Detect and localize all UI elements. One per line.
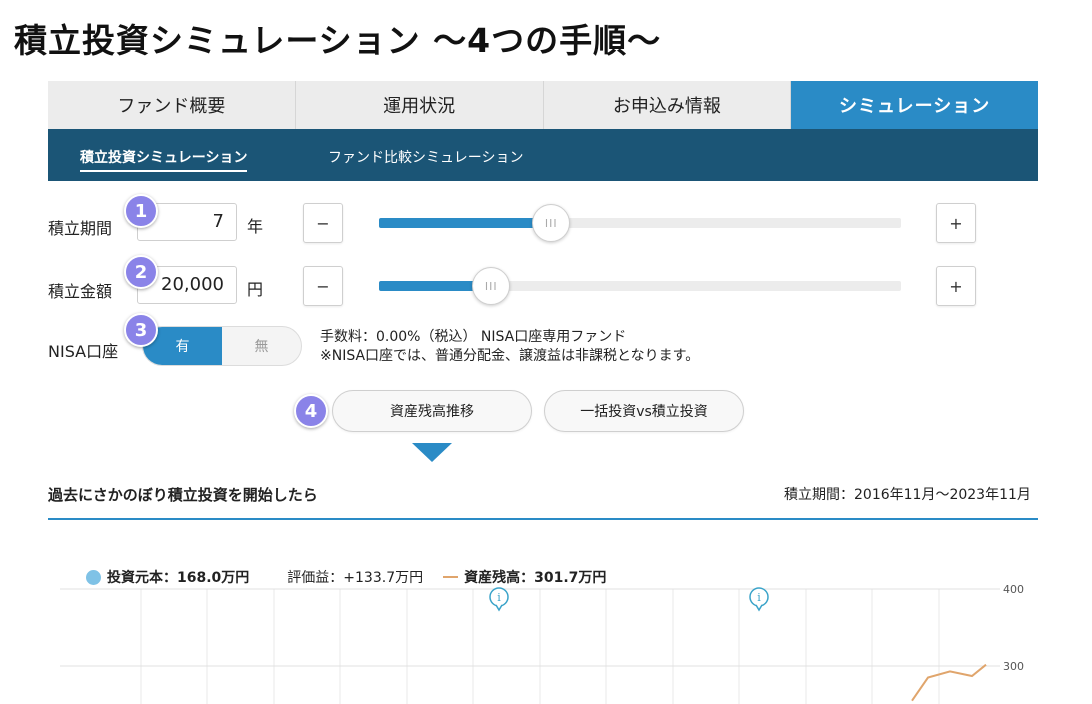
- tab-performance[interactable]: 運用状況: [295, 81, 544, 129]
- amount-slider-track[interactable]: III: [379, 267, 901, 305]
- svg-text:i: i: [497, 591, 501, 604]
- period-slider-fill: [379, 218, 552, 228]
- sub-navigation: 積立投資シミュレーション ファンド比較シミュレーション: [48, 129, 1038, 181]
- down-arrow-icon: [412, 443, 452, 462]
- y-tick-label-300: 300: [1003, 660, 1024, 673]
- step-badge-3: 3: [124, 313, 158, 347]
- main-tabs: ファンド概要 運用状況 お申込み情報 シミュレーション: [48, 81, 1038, 129]
- result-title: 過去にさかのぼり積立投資を開始したら: [48, 486, 318, 504]
- amount-unit: 円: [247, 280, 264, 299]
- fee-info: 手数料：0.00%（税込） NISA口座専用ファンド ※NISA口座では、普通分…: [320, 328, 699, 366]
- period-slider-track[interactable]: III: [379, 204, 901, 242]
- subnav-accumulation-simulation[interactable]: 積立投資シミュレーション: [80, 147, 248, 172]
- info-marker-icon[interactable]: i: [489, 587, 509, 612]
- period-label: 積立期間: [48, 219, 113, 238]
- y-tick-label-400: 400: [1003, 583, 1024, 596]
- nisa-tax-note: ※NISA口座では、普通分配金、譲渡益は非課税となります。: [320, 348, 700, 364]
- result-period: 積立期間：2016年11月〜2023年11月: [784, 487, 1031, 503]
- balance-line-icon: [443, 576, 459, 578]
- chart-info-markers: ii: [489, 587, 769, 612]
- amount-label: 積立金額: [48, 282, 113, 301]
- balance-chart: 400300 ii: [60, 583, 1024, 704]
- info-marker-icon[interactable]: i: [749, 587, 769, 612]
- period-increment-button[interactable]: +: [936, 203, 976, 243]
- lump-sum-vs-accumulation-button[interactable]: 一括投資vs積立投資: [544, 390, 744, 432]
- tab-application-info[interactable]: お申込み情報: [543, 81, 792, 129]
- amount-increment-button[interactable]: +: [936, 266, 976, 306]
- chart-y-ticks: 400 300: [60, 583, 1024, 673]
- subnav-fund-comparison-simulation[interactable]: ファンド比較シミュレーション: [328, 147, 523, 167]
- amount-slider-handle[interactable]: III: [472, 267, 511, 305]
- tab-simulation[interactable]: シミュレーション: [791, 81, 1038, 129]
- svg-text:i: i: [757, 591, 761, 604]
- page-title: 積立投資シミュレーション 〜4つの手順〜: [14, 21, 662, 60]
- step-badge-2: 2: [124, 255, 158, 289]
- amount-decrement-button[interactable]: −: [303, 266, 343, 306]
- nisa-option-no[interactable]: 無: [222, 327, 301, 365]
- balance-series-line: [911, 663, 987, 702]
- step-badge-1: 1: [124, 194, 158, 228]
- balance-transition-button[interactable]: 資産残高推移: [332, 390, 532, 432]
- nisa-label: NISA口座: [48, 342, 119, 361]
- tab-fund-overview[interactable]: ファンド概要: [48, 81, 296, 129]
- period-unit: 年: [247, 217, 264, 236]
- chart-grid: [140, 589, 940, 704]
- section-divider: [48, 518, 1038, 520]
- step-badge-4: 4: [294, 394, 328, 428]
- nisa-toggle[interactable]: 有 無: [142, 326, 302, 366]
- period-slider-handle[interactable]: III: [532, 204, 571, 242]
- period-decrement-button[interactable]: −: [303, 203, 343, 243]
- fee-text: 手数料：0.00%（税込） NISA口座専用ファンド: [320, 329, 627, 345]
